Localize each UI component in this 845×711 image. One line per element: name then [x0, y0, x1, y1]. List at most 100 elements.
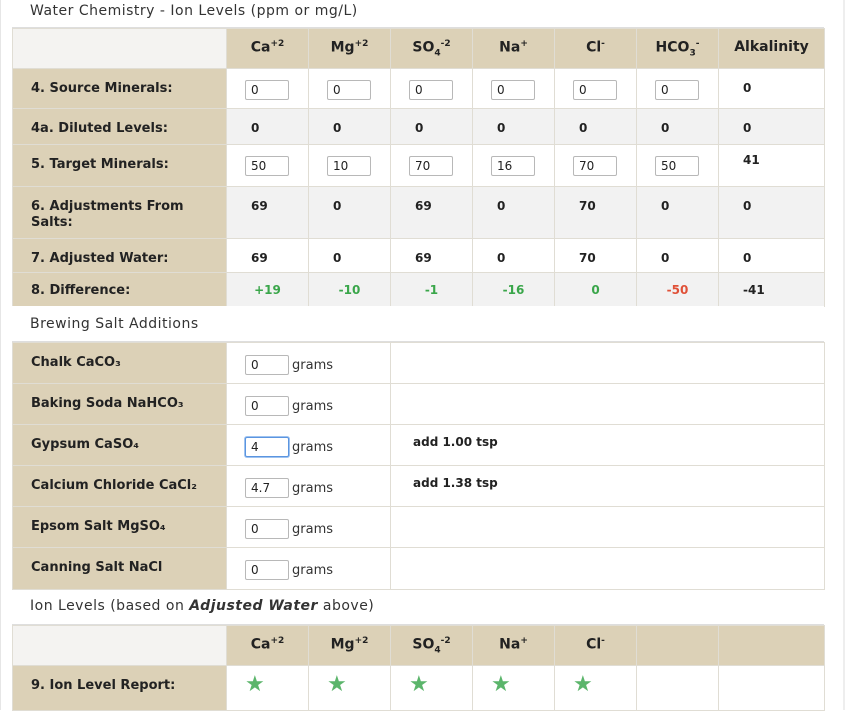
col-ca: Ca+2: [226, 28, 309, 69]
salt-label-canning-salt: Canning Salt NaCl: [12, 547, 227, 590]
col-mg: Mg+2: [308, 28, 391, 69]
salt-row-baking-soda: Baking Soda NaHCO₃ grams: [12, 383, 825, 425]
target-ca-input[interactable]: [245, 156, 289, 176]
source-na-input[interactable]: [491, 80, 535, 100]
ion-level-report-row: 9. Ion Level Report: ★ ★ ★ ★ ★: [12, 665, 825, 711]
salt-label-epsom: Epsom Salt MgSO₄: [12, 506, 227, 548]
grams-unit: grams: [292, 481, 333, 496]
salt-row-gypsum: Gypsum CaSO₄ grams add 1.00 tsp: [12, 424, 825, 466]
source-minerals-row: 4. Source Minerals: 0: [12, 68, 825, 109]
canning-salt-grams-input[interactable]: [245, 560, 289, 580]
salt-row-chalk: Chalk CaCO₃ grams: [12, 342, 825, 384]
water-chemistry-title: Water Chemistry - Ion Levels (ppm or mg/…: [30, 3, 358, 19]
ion-level-report-table: Ca+2 Mg+2 SO4-2 Na+ Cl- 9. Ion Level Rep…: [12, 625, 825, 711]
report-col-na: Na+: [472, 625, 555, 666]
salt-additions-table: Chalk CaCO₃ grams Baking Soda NaHCO₃ gra…: [12, 342, 825, 590]
adjust-value: 0: [472, 186, 555, 239]
source-alkalinity: 0: [718, 68, 825, 109]
grams-unit: grams: [292, 522, 333, 537]
chalk-grams-input[interactable]: [245, 355, 289, 375]
ion-level-report-label: 9. Ion Level Report:: [12, 665, 227, 711]
difference-mg: -10: [308, 272, 391, 307]
diluted-value: 0: [472, 108, 555, 145]
diluted-levels-row: 4a. Diluted Levels: 0 0 0 0 0 0 0: [12, 108, 825, 145]
canning-salt-note: [390, 547, 825, 590]
col-alkalinity: Alkalinity: [718, 28, 825, 69]
ion-header-row: Ca+2 Mg+2 SO4-2 Na+ Cl- HCO3- Alkalinity: [12, 28, 825, 69]
star-icon: ★: [327, 672, 347, 697]
adjusted-value: 70: [554, 238, 637, 273]
report-col-mg: Mg+2: [308, 625, 391, 666]
difference-na: -16: [472, 272, 555, 307]
salt-label-chalk: Chalk CaCO₃: [12, 342, 227, 384]
target-minerals-row: 5. Target Minerals: 41: [12, 144, 825, 187]
adjusted-value: 69: [390, 238, 473, 273]
source-mg-input[interactable]: [327, 80, 371, 100]
source-ca-input[interactable]: [245, 80, 289, 100]
epsom-grams-input[interactable]: [245, 519, 289, 539]
target-hco3-input[interactable]: [655, 156, 699, 176]
adjusted-value: 0: [472, 238, 555, 273]
epsom-note: [390, 506, 825, 548]
adjust-value: 0: [308, 186, 391, 239]
calcium-chloride-note: add 1.38 tsp: [390, 465, 825, 507]
col-cl: Cl-: [554, 28, 637, 69]
col-na: Na+: [472, 28, 555, 69]
adjust-value: 70: [554, 186, 637, 239]
diluted-value: 0: [554, 108, 637, 145]
chalk-note: [390, 342, 825, 384]
source-cl-input[interactable]: [573, 80, 617, 100]
gypsum-grams-input[interactable]: [245, 437, 289, 457]
header-corner: [12, 28, 227, 69]
ion-levels-report-header: Ion Levels (based on Adjusted Water abov…: [12, 590, 824, 625]
brewing-salts-title: Brewing Salt Additions: [30, 316, 199, 332]
source-minerals-label: 4. Source Minerals:: [12, 68, 227, 109]
star-icon: ★: [409, 672, 429, 697]
diluted-value: 0: [226, 108, 309, 145]
target-mg-input[interactable]: [327, 156, 371, 176]
salt-label-calcium-chloride: Calcium Chloride CaCl₂: [12, 465, 227, 507]
grams-unit: grams: [292, 440, 333, 455]
report-header-corner: [12, 625, 227, 666]
report-col-empty: [718, 625, 825, 666]
difference-label: 8. Difference:: [12, 272, 227, 307]
salt-label-gypsum: Gypsum CaSO₄: [12, 424, 227, 466]
salt-row-canning-salt: Canning Salt NaCl grams: [12, 547, 825, 590]
adjusted-value: 0: [308, 238, 391, 273]
baking-soda-grams-input[interactable]: [245, 396, 289, 416]
adjusted-alkalinity: 0: [718, 238, 825, 273]
brewing-salts-header: Brewing Salt Additions: [12, 306, 824, 342]
target-na-input[interactable]: [491, 156, 535, 176]
adjustments-label: 6. Adjustments From Salts:: [12, 186, 227, 239]
target-so4-input[interactable]: [409, 156, 453, 176]
report-col-cl: Cl-: [554, 625, 637, 666]
grams-unit: grams: [292, 563, 333, 578]
grams-unit: grams: [292, 399, 333, 414]
adjustments-row: 6. Adjustments From Salts: 69 0 69 0 70 …: [12, 186, 825, 239]
report-col-ca: Ca+2: [226, 625, 309, 666]
ion-levels-title-prefix: Ion Levels (based on: [30, 598, 190, 614]
adjust-value: 69: [226, 186, 309, 239]
source-hco3-input[interactable]: [655, 80, 699, 100]
adjusted-water-row: 7. Adjusted Water: 69 0 69 0 70 0 0: [12, 238, 825, 273]
target-cl-input[interactable]: [573, 156, 617, 176]
salt-row-epsom: Epsom Salt MgSO₄ grams: [12, 506, 825, 548]
salt-row-calcium-chloride: Calcium Chloride CaCl₂ grams add 1.38 ts…: [12, 465, 825, 507]
calcium-chloride-grams-input[interactable]: [245, 478, 289, 498]
grams-unit: grams: [292, 358, 333, 373]
star-icon: ★: [245, 672, 265, 697]
ion-levels-title-emphasis: Adjusted Water: [189, 598, 318, 614]
difference-row: 8. Difference: +19 -10 -1 -16 0 -50 -41: [12, 272, 825, 307]
salt-label-baking-soda: Baking Soda NaHCO₃: [12, 383, 227, 425]
adjusted-water-label: 7. Adjusted Water:: [12, 238, 227, 273]
diluted-value: 0: [308, 108, 391, 145]
page-left-border: [0, 0, 1, 710]
difference-alkalinity: -41: [718, 272, 825, 307]
target-alkalinity: 41: [718, 144, 825, 187]
adjust-value: 69: [390, 186, 473, 239]
difference-ca: +19: [226, 272, 309, 307]
star-icon: ★: [491, 672, 511, 697]
report-col-empty: [636, 625, 719, 666]
diluted-levels-label: 4a. Diluted Levels:: [12, 108, 227, 145]
source-so4-input[interactable]: [409, 80, 453, 100]
